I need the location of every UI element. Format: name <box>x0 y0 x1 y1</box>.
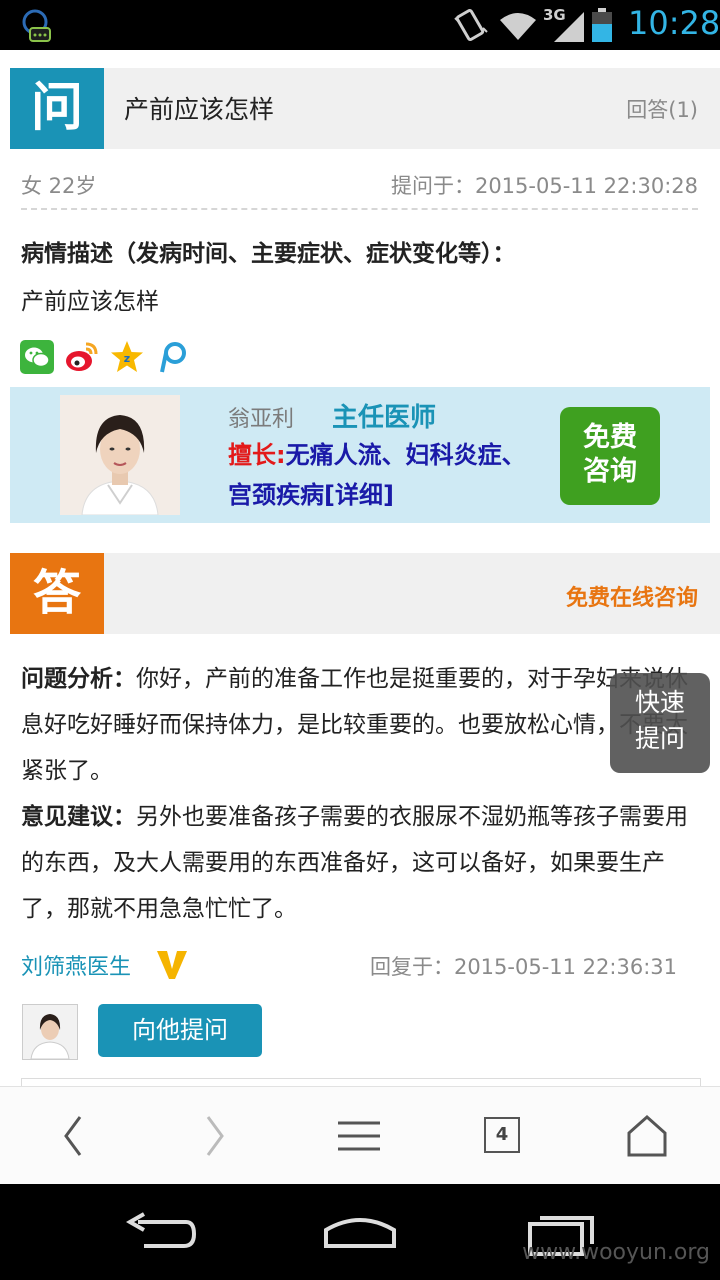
system-nav-bar: www.wooyun.org <box>0 1184 720 1280</box>
question-header: 问 产前应该怎样 回答(1) <box>10 68 720 149</box>
doctor-avatar[interactable] <box>22 1004 78 1060</box>
description-text: 产前应该怎样 <box>21 289 159 315</box>
advice-paragraph: 意见建议：另外也要准备孩子需要的衣服尿不湿奶瓶等孩子需要用的东西，及大人需要用的… <box>21 794 701 932</box>
patient-info: 女 22岁 <box>21 174 97 198</box>
online-consult-link[interactable]: 免费在线咨询 <box>566 580 698 612</box>
battery-icon <box>592 8 612 42</box>
reply-time: 回复于：2015-05-11 22:36:31 <box>369 955 677 979</box>
vibrate-icon <box>454 8 488 42</box>
answer-body: 问题分析：你好，产前的准备工作也是挺重要的，对于孕妇来说休息好吃好睡好而保持体力… <box>21 656 701 932</box>
ad-doctor-name: 翁亚利 <box>228 407 295 432</box>
chat-app-icon <box>22 9 51 42</box>
answer-count[interactable]: 回答(1) <box>626 94 698 124</box>
forward-icon[interactable] <box>200 1111 230 1161</box>
verified-v-icon <box>157 951 187 979</box>
quick-ask-line2: 提问 <box>634 724 685 753</box>
answer-header: 答 免费在线咨询 <box>10 553 720 634</box>
question-badge: 问 <box>10 68 104 149</box>
signal-icon <box>554 12 584 42</box>
ad-detail-link[interactable]: [详细] <box>324 481 394 509</box>
question-title: 产前应该怎样 <box>124 95 275 124</box>
answer-doctor-row: 刘筛燕医生 回复于：2015-05-11 22:36:31 <box>21 947 701 983</box>
doctor-photo <box>60 395 180 515</box>
ad-doctor-title: 主任医师 <box>332 403 437 433</box>
system-back-icon[interactable] <box>124 1210 196 1256</box>
clock: 10:28 <box>628 4 720 42</box>
answer-badge: 答 <box>10 553 104 634</box>
pengyou-icon[interactable] <box>156 340 190 374</box>
browser-toolbar: 4 <box>0 1086 720 1185</box>
asked-time: 提问于：2015-05-11 22:30:28 <box>390 174 698 198</box>
ad-doctor-skills: 擅长:无痛人流、妇科炎症、宫颈疾病[详细] <box>228 435 528 515</box>
wifi-icon <box>500 13 536 40</box>
qzone-icon[interactable]: z <box>110 340 144 374</box>
svg-text:z: z <box>124 352 130 365</box>
quick-ask-button[interactable]: 快速 提问 <box>610 673 710 773</box>
status-bar: 3G 10:28 <box>0 0 720 50</box>
ad-skill-label: 擅长: <box>228 441 286 469</box>
analysis-label: 问题分析： <box>21 666 136 692</box>
weibo-icon[interactable] <box>64 340 98 374</box>
question-meta: 女 22岁 提问于：2015-05-11 22:30:28 <box>21 170 698 210</box>
advice-label: 意见建议： <box>21 804 136 830</box>
free-consult-button[interactable]: 免费 咨询 <box>560 407 660 505</box>
free-consult-line2: 咨询 <box>583 456 637 487</box>
tabs-button[interactable]: 4 <box>484 1117 520 1153</box>
home-icon[interactable] <box>626 1111 668 1161</box>
quick-ask-line1: 快速 <box>634 688 685 717</box>
doctor-ad-banner[interactable]: 翁亚利 主任医师 擅长:无痛人流、妇科炎症、宫颈疾病[详细] 免费 咨询 <box>10 387 710 523</box>
wechat-icon[interactable] <box>20 340 54 374</box>
answer-doctor-name[interactable]: 刘筛燕医生 <box>21 949 131 981</box>
watermark: www.wooyun.org <box>522 1240 710 1265</box>
menu-icon[interactable] <box>336 1111 382 1161</box>
free-consult-line1: 免费 <box>583 422 637 453</box>
system-home-icon[interactable] <box>322 1210 398 1256</box>
analysis-paragraph: 问题分析：你好，产前的准备工作也是挺重要的，对于孕妇来说休息好吃好睡好而保持体力… <box>21 656 701 794</box>
ask-doctor-button[interactable]: 向他提问 <box>98 1004 262 1057</box>
back-icon[interactable] <box>58 1111 88 1161</box>
description-label: 病情描述（发病时间、主要症状、症状变化等）： <box>21 241 516 267</box>
